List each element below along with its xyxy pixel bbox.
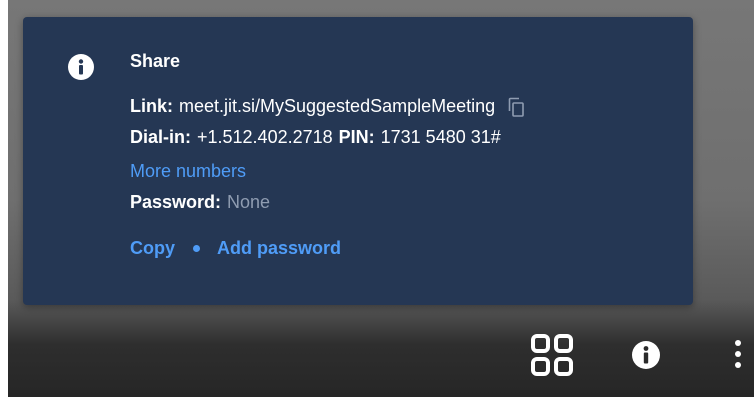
tile-view-icon[interactable] [529, 332, 575, 378]
password-value: None [227, 192, 271, 212]
copy-button[interactable]: Copy [130, 236, 175, 260]
pin-label: PIN: [338, 127, 375, 147]
meeting-link[interactable]: meet.jit.si/MySuggestedSampleMeeting [179, 94, 495, 118]
info-icon [68, 54, 94, 80]
more-numbers-row: More numbers [130, 159, 525, 183]
link-label: Link: [130, 96, 173, 116]
dialin-row: Dial-in: +1.512.402.2718 PIN: 1731 5480 … [130, 125, 525, 149]
separator-dot [193, 244, 200, 252]
dialin-label: Dial-in: [130, 127, 191, 147]
dialog-actions: Copy Add password [130, 236, 525, 260]
info-icon[interactable] [630, 339, 662, 371]
dialog-title: Share [130, 51, 181, 71]
more-options-icon[interactable] [728, 334, 748, 374]
password-label: Password: [130, 192, 222, 212]
add-password-button[interactable]: Add password [217, 236, 341, 260]
password-row: Password: None [130, 190, 525, 214]
share-content: Share Link: meet.jit.si/MySuggestedSampl… [130, 49, 525, 260]
more-numbers-link[interactable]: More numbers [130, 159, 246, 183]
link-row: Link: meet.jit.si/MySuggestedSampleMeeti… [130, 94, 525, 118]
dialin-number: +1.512.402.2718 [197, 127, 333, 147]
pin-value: 1731 5480 31# [380, 127, 501, 147]
copy-icon[interactable] [507, 97, 525, 117]
share-dialog: Share Link: meet.jit.si/MySuggestedSampl… [23, 17, 693, 305]
